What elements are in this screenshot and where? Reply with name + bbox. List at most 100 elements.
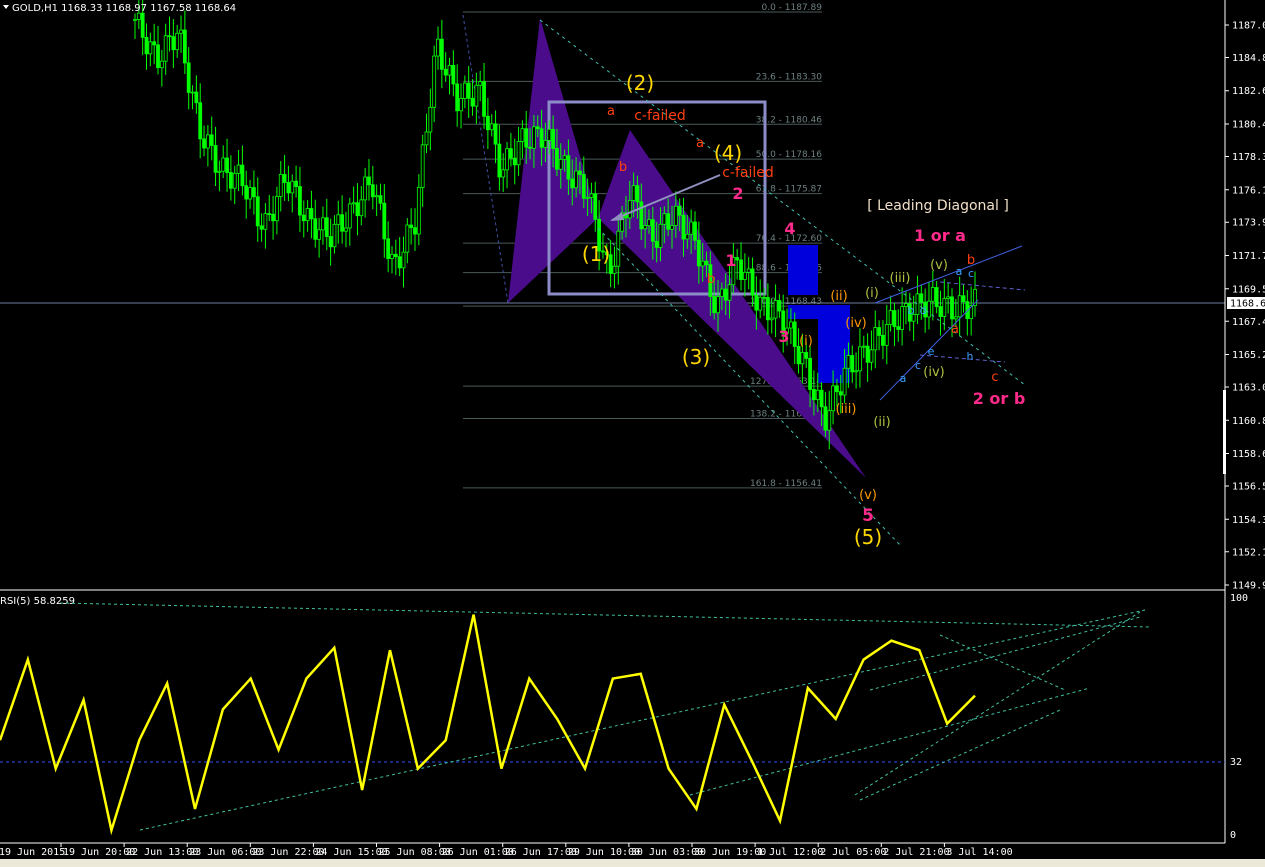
candle-body bbox=[482, 81, 486, 117]
wave-label-rb[interactable]: b bbox=[967, 253, 975, 268]
dashed-line-1[interactable] bbox=[939, 281, 1026, 291]
trendlines[interactable] bbox=[539, 19, 1026, 546]
candle-body bbox=[516, 141, 521, 166]
rsi-trendlines[interactable] bbox=[59, 602, 1151, 831]
candle-body bbox=[900, 306, 905, 330]
wave-label-w5[interactable]: (5) bbox=[854, 525, 882, 549]
wave-label-oi[interactable]: (i) bbox=[799, 334, 813, 349]
price-tick: 1173.98 bbox=[1232, 218, 1265, 229]
price-tick: 1171.78 bbox=[1232, 251, 1265, 262]
chart-tabs-bar[interactable] bbox=[0, 859, 1265, 867]
candle-body bbox=[275, 196, 279, 222]
price-chart[interactable]: 0.0 - 1187.8923.6 - 1183.3038.2 - 1180.4… bbox=[0, 0, 1265, 867]
wave-label-cf2[interactable]: c-failed bbox=[722, 165, 774, 181]
candle-body bbox=[474, 84, 479, 107]
wave-label-p5[interactable]: 5 bbox=[862, 506, 874, 526]
wave-label-w2[interactable]: (2) bbox=[626, 71, 654, 95]
candle-body bbox=[877, 327, 882, 336]
candle-body bbox=[719, 288, 724, 297]
candle-body bbox=[152, 41, 157, 46]
time-tick: 25 Jun 08:00 bbox=[379, 847, 451, 858]
wave-label-bh[interactable]: h bbox=[967, 350, 974, 363]
wave-label-giii[interactable]: (iii) bbox=[890, 271, 911, 286]
candle-body bbox=[788, 321, 793, 329]
rsi-label: RSI(5) 58.8259 bbox=[0, 596, 75, 607]
wave-label-gii[interactable]: (ii) bbox=[873, 415, 890, 430]
candle-body bbox=[221, 157, 226, 172]
zone-rect-2[interactable] bbox=[788, 305, 818, 319]
time-tick: 3 Jul 14:00 bbox=[946, 847, 1012, 858]
candle-body bbox=[140, 12, 145, 38]
scroll-marker[interactable] bbox=[1223, 390, 1226, 474]
wave-label-bd[interactable]: d bbox=[920, 304, 927, 317]
candle-body bbox=[528, 146, 532, 149]
wave-label-bc2[interactable]: c bbox=[968, 267, 974, 280]
wave-label-be[interactable]: e bbox=[928, 345, 935, 358]
wave-label-w3[interactable]: (3) bbox=[682, 345, 710, 369]
candle-body bbox=[650, 219, 655, 242]
wave-label-p1[interactable]: 1 bbox=[725, 251, 736, 270]
candle-body bbox=[896, 326, 901, 330]
candle-body bbox=[244, 185, 249, 200]
dropdown-icon[interactable] bbox=[3, 5, 9, 9]
time-tick: 24 Jun 15:00 bbox=[315, 847, 387, 858]
wave-label-one_or_a[interactable]: 1 or a bbox=[914, 226, 966, 245]
candle-body bbox=[524, 128, 529, 148]
wave-label-two_or_b[interactable]: 2 or b bbox=[973, 389, 1026, 408]
zone-rect-1[interactable] bbox=[788, 245, 818, 295]
wave-label-b2[interactable]: b bbox=[707, 272, 715, 287]
candle-body bbox=[581, 174, 586, 199]
wave-label-bb[interactable]: b bbox=[908, 304, 915, 317]
candle-body bbox=[961, 295, 966, 303]
candle-body bbox=[727, 284, 732, 301]
wave-label-gi[interactable]: (i) bbox=[865, 286, 879, 301]
candle-body bbox=[386, 238, 391, 259]
candle-body bbox=[861, 345, 866, 348]
wave-label-p4[interactable]: 4 bbox=[784, 219, 795, 238]
time-tick: 1 Jul 12:00 bbox=[757, 847, 823, 858]
wave-label-oii[interactable]: (ii) bbox=[830, 289, 847, 304]
wave-label-a1[interactable]: a bbox=[607, 104, 615, 119]
candle-body bbox=[685, 233, 690, 240]
wave-label-ra[interactable]: a bbox=[951, 322, 959, 337]
wave-label-ba[interactable]: a bbox=[900, 372, 907, 385]
wave-label-w1[interactable]: (1) bbox=[582, 242, 610, 266]
candle-body bbox=[271, 213, 275, 222]
wave-label-oiv[interactable]: (iv) bbox=[845, 316, 866, 331]
price-tick: 1158.68 bbox=[1232, 449, 1265, 460]
wave-label-gv[interactable]: (v) bbox=[930, 258, 948, 273]
price-tick: 1167.43 bbox=[1232, 317, 1265, 328]
time-tick: 30 Jun 19:00 bbox=[694, 847, 766, 858]
wave-label-p2[interactable]: 2 bbox=[732, 184, 743, 203]
wave-label-b1[interactable]: b bbox=[619, 160, 627, 175]
candle-body bbox=[439, 38, 444, 70]
wave-label-a2[interactable]: a bbox=[696, 136, 704, 151]
candle-body bbox=[765, 297, 770, 321]
wave-label-ba2[interactable]: a bbox=[956, 265, 963, 278]
candle-body bbox=[194, 91, 199, 104]
time-tick: 26 Jun 01:00 bbox=[442, 847, 514, 858]
candle-body bbox=[835, 385, 839, 393]
candle-body bbox=[938, 306, 943, 317]
time-tick: 19 Jun 20:00 bbox=[63, 847, 135, 858]
rsi-tick: 0 bbox=[1230, 830, 1236, 841]
wave-label-w4[interactable]: (4) bbox=[714, 141, 742, 165]
wave-label-rc[interactable]: c bbox=[991, 370, 998, 385]
wave-label-ld[interactable]: [ Leading Diagonal ] bbox=[867, 198, 1009, 214]
wave-label-bc[interactable]: c bbox=[915, 359, 921, 372]
candle-body bbox=[401, 251, 406, 269]
wave-label-oiii[interactable]: (iii) bbox=[836, 402, 857, 417]
wave-label-giv[interactable]: (iv) bbox=[923, 365, 944, 380]
wave-label-ov[interactable]: (v) bbox=[859, 488, 877, 503]
candle-body bbox=[255, 196, 260, 227]
time-axis[interactable]: 19 Jun 201519 Jun 20:0022 Jun 13:0023 Ju… bbox=[0, 843, 1013, 858]
candle-body bbox=[405, 224, 410, 253]
candle-body bbox=[739, 259, 743, 280]
wave-label-p3[interactable]: 3 bbox=[778, 327, 789, 346]
candle-body bbox=[930, 287, 935, 302]
candle-body bbox=[355, 202, 360, 217]
wave-label-cf1[interactable]: c-failed bbox=[634, 108, 686, 124]
symbol-header: GOLD,H1 1168.33 1168.97 1167.58 1168.64 bbox=[12, 3, 236, 14]
candle-body bbox=[493, 123, 498, 145]
candle-body bbox=[769, 317, 774, 321]
